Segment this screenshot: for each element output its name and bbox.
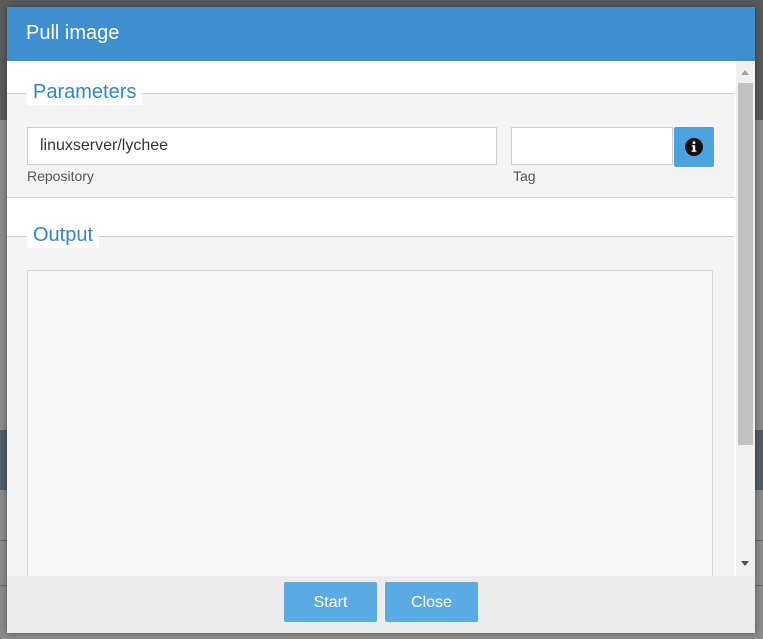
scrollbar-thumb[interactable] (738, 83, 753, 445)
parameters-section: Parameters linuxserver/lychee Repository… (7, 79, 734, 198)
output-legend: Output (27, 222, 100, 248)
dialog-footer: Start Close (7, 576, 755, 633)
output-log[interactable] (27, 270, 713, 576)
scroll-down-arrow-icon[interactable] (741, 561, 749, 566)
info-button[interactable] (674, 127, 714, 167)
info-circle-icon (685, 138, 703, 156)
pull-image-dialog: Pull image Parameters linuxserver/lychee… (7, 7, 755, 633)
parameters-legend: Parameters (27, 79, 143, 105)
tag-input[interactable] (511, 127, 673, 165)
dialog-titlebar: Pull image (7, 7, 755, 61)
scroll-up-arrow-icon[interactable] (741, 70, 749, 75)
repository-input[interactable]: linuxserver/lychee (27, 127, 497, 165)
dialog-content: Parameters linuxserver/lychee Repository… (7, 61, 736, 576)
output-section: Output (7, 222, 734, 576)
close-button[interactable]: Close (385, 582, 478, 622)
start-button[interactable]: Start (284, 582, 377, 622)
dialog-title: Pull image (26, 22, 120, 44)
tag-label: Tag (513, 168, 536, 184)
content-scrollbar[interactable] (736, 61, 755, 576)
repository-label: Repository (27, 168, 94, 184)
